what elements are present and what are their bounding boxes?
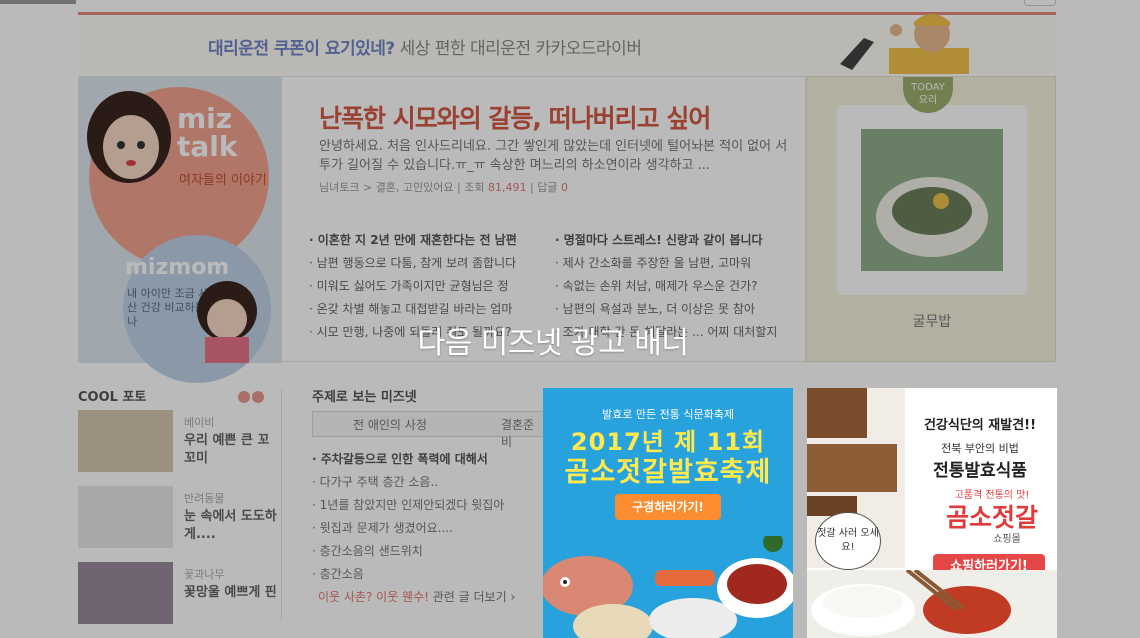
gomso-shopping-ad-banner[interactable]: 건강식단의 재발견!! 전북 부안의 비법 전통발효식품 고품격 전통의 맛! …	[807, 388, 1057, 638]
ad-visit-button[interactable]: 구경하러가기!	[615, 494, 721, 520]
ad-title: 전통발효식품	[933, 461, 1027, 481]
ad-festival-subtitle: 발효로 만든 전통 식문화축제	[602, 408, 734, 421]
seafood-illustration	[543, 536, 793, 638]
rice-bowl-illustration	[807, 570, 1057, 638]
ad-mall: 쇼핑몰	[993, 534, 1021, 545]
speech-bubble: 젓갈 사러 오세요!	[815, 512, 881, 570]
ad-sub: 전북 부안의 비법	[941, 442, 1019, 455]
ad-festival-line2: 곰소젓갈발효축제	[564, 457, 772, 488]
overlay-title: 다음 미즈넷 광고 배너	[417, 326, 689, 361]
ad-brand: 곰소젓갈	[945, 503, 1038, 532]
gomso-festival-ad-banner[interactable]: 발효로 만든 전통 식문화축제 2017년 제 11회 곰소젓갈발효축제 구경하…	[543, 388, 793, 638]
ad-headline: 건강식단의 재발견!!	[923, 418, 1037, 433]
